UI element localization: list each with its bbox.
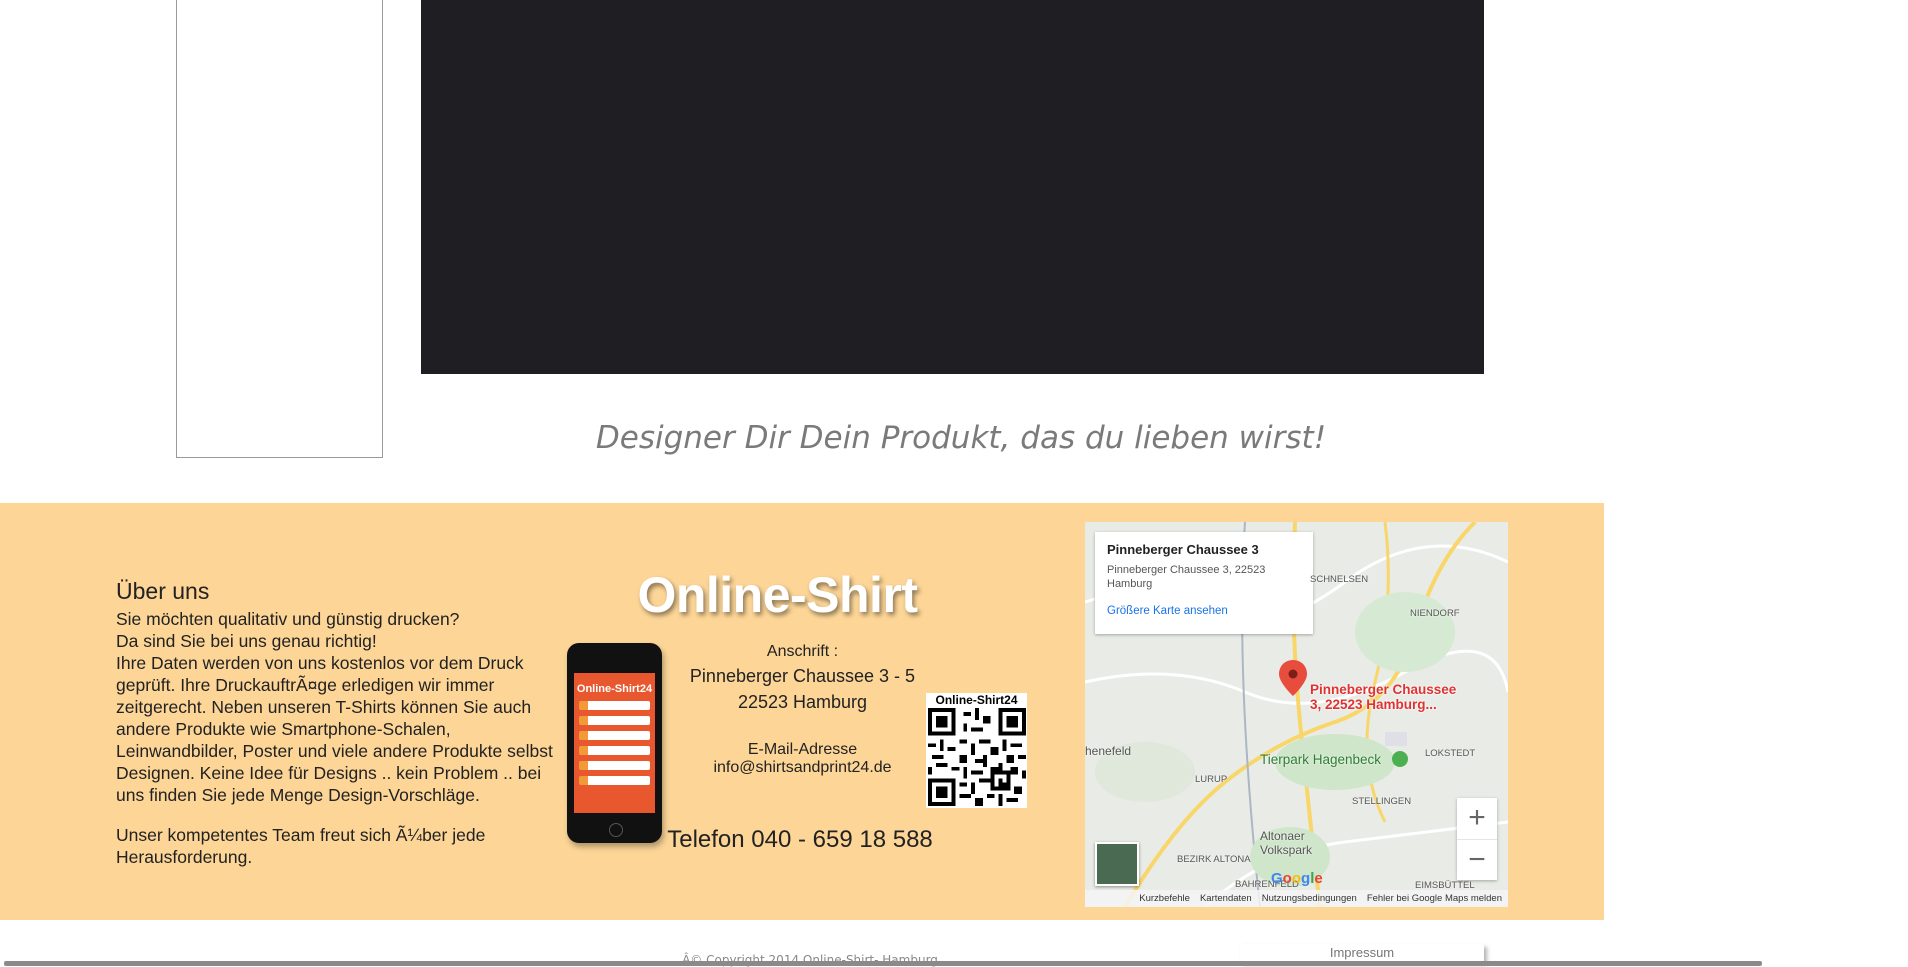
zoom-in-button[interactable]: +	[1457, 798, 1497, 839]
phone-menu-row	[579, 701, 650, 710]
qr-caption: Online-Shirt24	[935, 693, 1018, 707]
satellite-toggle[interactable]	[1095, 842, 1139, 886]
brand-title: Online-Shirt	[637, 567, 918, 623]
area-label: SCHNELSEN	[1310, 574, 1369, 585]
phone-screen: Online-Shirt24	[574, 673, 655, 813]
report-error-link[interactable]: Fehler bei Google Maps melden	[1367, 893, 1502, 904]
phone-home-button	[609, 823, 623, 837]
map-card-title: Pinneberger Chaussee 3	[1107, 542, 1259, 557]
horizontal-scrollbar[interactable]	[4, 961, 1762, 966]
phone-menu-row	[579, 761, 650, 770]
address-label: Anschrift :	[766, 643, 839, 660]
about-closing: Unser kompetentes Team freut sich Ã¼ber …	[116, 825, 486, 867]
about-body: Ihre Daten werden von uns kostenlos vor …	[116, 653, 553, 805]
phone-menu-row	[579, 746, 650, 755]
phone-app-title: Online-Shirt24	[576, 683, 653, 695]
map-info-card: Pinneberger Chaussee 3 Pinneberger Chaus…	[1095, 532, 1313, 634]
about-section: Über uns Sie möchten qualitativ und güns…	[116, 578, 556, 868]
zoom-out-button[interactable]: −	[1457, 839, 1497, 881]
area-label: NIENDORF	[1410, 608, 1460, 619]
larger-map-link[interactable]: Größere Karte ansehen	[1107, 605, 1301, 617]
map-zoom-control[interactable]: + −	[1457, 798, 1497, 880]
tagline: Designer Dir Dein Produkt, das du lieben…	[595, 420, 1327, 456]
qr-code-graphic	[927, 708, 1026, 806]
scrollbar-thumb[interactable]	[4, 961, 1762, 966]
smartphone-image: Online-Shirt24	[567, 643, 662, 843]
terms-link[interactable]: Nutzungsbedingungen	[1262, 893, 1357, 904]
area-label: LOKSTEDT	[1425, 748, 1476, 759]
video-player[interactable]	[421, 0, 1484, 374]
email-link[interactable]: info@shirtsandprint24.de	[680, 759, 925, 777]
keyboard-shortcuts-link[interactable]: Kurzbefehle	[1139, 893, 1190, 904]
contact-block: Anschrift : Pinneberger Chaussee 3 - 5 2…	[680, 643, 925, 777]
address-street: Pinneberger Chaussee 3 - 5	[689, 666, 916, 686]
about-line: Sie möchten qualitativ und günstig druck…	[116, 609, 460, 629]
email-label: E-Mail-Adresse	[747, 741, 858, 758]
phone-menu-row	[579, 731, 650, 740]
area-label: STELLINGEN	[1352, 796, 1412, 807]
about-line: Da sind Sie bei uns genau richtig!	[116, 631, 377, 651]
about-heading: Über uns	[116, 578, 210, 604]
sidebar-box	[176, 0, 383, 458]
map-attribution-bar: Kurzbefehle Kartendaten Nutzungsbedingun…	[1085, 890, 1508, 907]
address-city: 22523 Hamburg	[737, 692, 868, 712]
area-label: BEZIRK ALTONA	[1177, 854, 1251, 865]
map-card-address: Pinneberger Chaussee 3, 22523 Hamburg	[1107, 564, 1266, 590]
impressum-link[interactable]: Impressum	[1240, 944, 1484, 962]
area-label: LURUP	[1195, 774, 1228, 785]
area-label: Altonaer Volkspark	[1260, 829, 1313, 857]
telephone-number: Telefon 040 - 659 18 588	[667, 826, 933, 853]
park-label[interactable]: Tierpark Hagenbeck	[1260, 752, 1381, 767]
google-logo: Google	[1271, 870, 1323, 887]
phone-menu-row	[579, 776, 650, 785]
map-data-link[interactable]: Kartendaten	[1200, 893, 1252, 904]
area-label: henefeld	[1085, 744, 1132, 758]
google-map[interactable]: Pinneberger Chaussee 3 Pinneberger Chaus…	[1085, 522, 1508, 907]
phone-menu-row	[579, 716, 650, 725]
qr-code: Online-Shirt24	[926, 693, 1027, 808]
map-pin-label[interactable]: Pinneberger Chaussee 3, 22523 Hamburg...	[1310, 682, 1460, 712]
